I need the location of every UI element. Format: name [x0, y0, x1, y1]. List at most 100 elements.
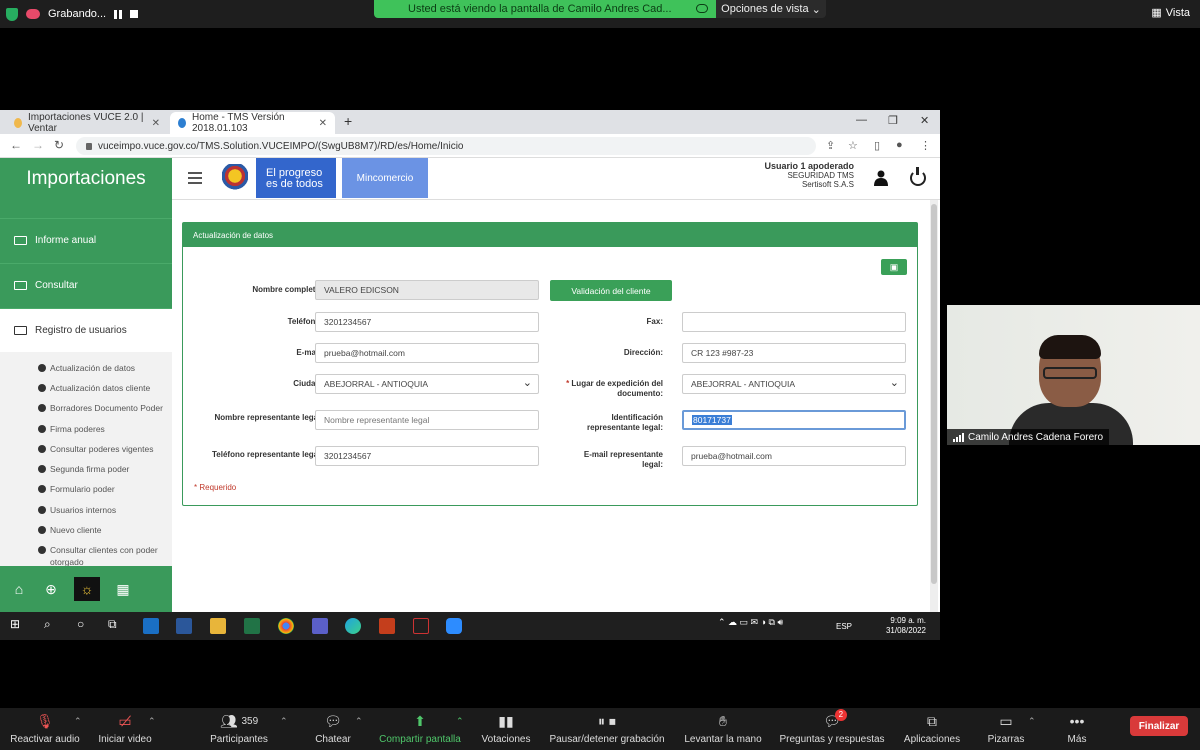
forward-icon[interactable]: → — [32, 138, 44, 152]
edge-icon[interactable] — [345, 618, 361, 634]
stop-recording-icon[interactable] — [130, 10, 139, 18]
home-icon[interactable]: ⌂ — [10, 580, 28, 598]
user-info: Usuario 1 apoderado SEGURIDAD TMS Sertis… — [764, 162, 854, 190]
word-icon[interactable] — [176, 618, 192, 634]
view-options-button[interactable]: Opciones de vista ⌄ — [716, 0, 826, 18]
pause-recording-icon[interactable] — [114, 9, 123, 19]
submenu-label: Actualización de datos — [50, 363, 136, 373]
chevron-up-icon[interactable]: ⌃ — [148, 716, 156, 727]
end-meeting-button[interactable]: Finalizar — [1130, 716, 1188, 736]
file-explorer-icon[interactable] — [210, 618, 226, 634]
start-video-button[interactable]: ▭̸ Iniciar video — [94, 712, 156, 746]
minimize-icon[interactable]: — — [856, 114, 867, 126]
browser-tab-vuce[interactable]: Importaciones VUCE 2.0 | Ventar ✕ — [6, 112, 168, 134]
sidebar-item-informe-anual[interactable]: Informe anual — [0, 218, 172, 262]
fax-field[interactable] — [682, 312, 906, 332]
url-field[interactable]: vuceimpo.vuce.gov.co/TMS.Solution.VUCEIM… — [76, 137, 816, 155]
save-button[interactable]: ▣ — [881, 259, 907, 275]
chevron-up-icon[interactable]: ⌃ — [1028, 716, 1036, 727]
submenu-item[interactable]: Actualización datos cliente — [38, 382, 168, 394]
vista-button[interactable]: ▦ Vista — [1151, 6, 1190, 20]
back-icon[interactable]: ← — [10, 138, 22, 152]
search-icon[interactable]: ⌕ — [44, 617, 51, 632]
task-view-icon[interactable]: ⧉ — [108, 617, 117, 632]
required-note: * Requerido — [194, 483, 237, 492]
hamburger-menu-icon[interactable] — [188, 172, 202, 187]
theme-sun-icon[interactable]: ☼ — [74, 577, 100, 601]
scrollbar[interactable] — [930, 200, 938, 612]
grid-apps-icon[interactable]: ▦ — [114, 580, 132, 598]
submenu-item[interactable]: Consultar poderes vigentes — [38, 443, 168, 455]
browser-tab-home[interactable]: Home - TMS Versión 2018.01.103 ✕ — [170, 112, 335, 134]
more-button[interactable]: ••• Más — [1058, 712, 1096, 745]
browser-menu-icon[interactable]: ⋮ — [920, 139, 931, 152]
sidebar-item-consultar[interactable]: Consultar — [0, 263, 172, 307]
powerpoint-icon[interactable] — [379, 618, 395, 634]
tray-icons[interactable]: ⌃ ☁ ▭ ✉ ◑ ⧉ 🔊︎ — [718, 617, 783, 628]
sidebar-footer: ⌂ ⊕ ☼ ▦ — [0, 566, 172, 612]
cortana-icon[interactable]: ○ — [77, 617, 84, 631]
excel-icon[interactable] — [244, 618, 260, 634]
chevron-up-icon[interactable]: ⌃ — [355, 716, 363, 727]
participant-hair — [1039, 335, 1101, 359]
acrobat-icon[interactable] — [413, 618, 429, 634]
rep-tel-field[interactable]: 3201234567 — [315, 446, 539, 466]
windows-start-icon[interactable]: ⊞ — [10, 617, 20, 631]
submenu-item[interactable]: Formulario poder — [38, 483, 168, 495]
outlook-icon[interactable] — [143, 618, 159, 634]
chat-button[interactable]: 💬︎ Chatear — [310, 712, 356, 746]
unmute-audio-button[interactable]: 🎙︎ Reactivar audio — [8, 712, 82, 746]
polls-button[interactable]: ▮▮ Votaciones — [476, 712, 536, 746]
chrome-icon[interactable] — [278, 618, 294, 634]
nombre-label: Nombre completo: — [252, 285, 323, 294]
profile-icon[interactable]: ● — [896, 139, 903, 151]
ciudad-select[interactable]: ABEJORRAL - ANTIOQUIA — [315, 374, 539, 394]
sidebar-item-registro-usuarios[interactable]: Registro de usuarios — [0, 308, 172, 352]
zoom-app-icon[interactable] — [446, 618, 462, 634]
lugar-expedicion-select[interactable]: ABEJORRAL - ANTIOQUIA — [682, 374, 906, 394]
share-screen-button[interactable]: ⬆ Compartir pantalla — [374, 712, 466, 746]
rep-email-field[interactable]: prueba@hotmail.com — [682, 446, 906, 466]
validate-client-button[interactable]: Validación del cliente — [550, 280, 672, 301]
close-tab-icon[interactable]: ✕ — [319, 118, 327, 129]
bookmark-star-icon[interactable]: ☆ — [848, 139, 858, 152]
whiteboards-button[interactable]: ▭ Pizarras — [982, 712, 1030, 746]
submenu-item[interactable]: Usuarios internos — [38, 504, 168, 516]
submenu-item[interactable]: Nuevo cliente — [38, 524, 168, 536]
close-tab-icon[interactable]: ✕ — [152, 118, 160, 129]
rep-nombre-field[interactable]: Nombre representante legal — [315, 410, 539, 430]
new-tab-icon[interactable]: + — [344, 113, 352, 129]
pause-stop-recording-button[interactable]: ⏸︎ ⏹︎ Pausar/detener grabación — [544, 712, 670, 746]
vista-label: Vista — [1165, 6, 1190, 19]
button-label: Levantar la mano — [684, 734, 762, 745]
user-icon[interactable] — [874, 170, 888, 186]
teams-icon[interactable] — [312, 618, 328, 634]
qa-button[interactable]: 💬︎ 2 Preguntas y respuestas — [774, 708, 890, 745]
email-field[interactable]: prueba@hotmail.com — [315, 343, 539, 363]
chevron-up-icon[interactable]: ⌃ — [280, 716, 288, 727]
language-indicator[interactable]: ESP — [836, 622, 852, 631]
share-icon[interactable]: ⇪ — [826, 139, 835, 152]
reload-icon[interactable]: ↻ — [54, 138, 64, 152]
submenu-item[interactable]: Segunda firma poder — [38, 463, 168, 475]
pause-stop-icon: ⏸︎ ⏹︎ — [598, 712, 616, 729]
clock[interactable]: 9:09 a. m. 31/08/2022 — [886, 616, 926, 636]
telefono-field[interactable]: 3201234567 — [315, 312, 539, 332]
participants-button[interactable]: 👥︎ 359 Participantes — [204, 712, 274, 746]
rep-id-field[interactable]: 80171737 — [682, 410, 906, 430]
direccion-field[interactable]: CR 123 #987-23 — [682, 343, 906, 363]
chevron-up-icon[interactable]: ⌃ — [74, 716, 82, 727]
restore-icon[interactable]: ❐ — [888, 114, 898, 127]
zoom-search-icon[interactable]: ⊕ — [42, 580, 60, 598]
participant-video[interactable]: Camilo Andres Cadena Forero — [947, 305, 1200, 445]
sidepanel-icon[interactable]: ▯ — [874, 139, 880, 152]
submenu-item[interactable]: Borradores Documento Poder — [38, 402, 168, 414]
submenu-item[interactable]: Consultar clientes con poder otorgado — [38, 544, 168, 568]
raise-hand-button[interactable]: ✋︎ Levantar la mano — [680, 712, 766, 746]
chevron-up-icon[interactable]: ⌃ — [456, 716, 464, 727]
apps-button[interactable]: ⧉ Aplicaciones — [898, 712, 966, 746]
power-logout-icon[interactable] — [910, 167, 926, 186]
submenu-item[interactable]: Firma poderes — [38, 423, 168, 435]
submenu-item[interactable]: Actualización de datos — [38, 362, 168, 374]
close-window-icon[interactable]: ✕ — [920, 114, 929, 127]
